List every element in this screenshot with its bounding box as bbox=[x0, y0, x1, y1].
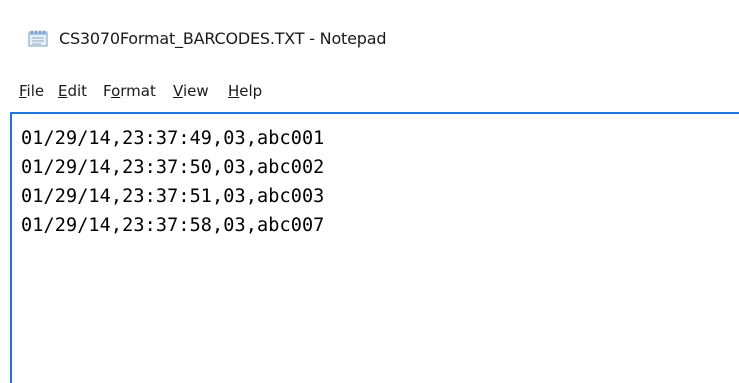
text-line[interactable]: 01/29/14,23:37:50,03,abc002 bbox=[21, 153, 324, 182]
title-bar[interactable]: CS3070Format_BARCODES.TXT - Notepad bbox=[0, 0, 739, 72]
window-title: CS3070Format_BARCODES.TXT - Notepad bbox=[59, 29, 387, 48]
menu-format[interactable]: Format bbox=[101, 80, 158, 102]
menu-help[interactable]: Help bbox=[226, 80, 264, 102]
text-line[interactable]: 01/29/14,23:37:58,03,abc007 bbox=[21, 211, 324, 240]
menu-bar: File Edit Format View Help bbox=[0, 72, 739, 110]
menu-file[interactable]: File bbox=[17, 80, 46, 102]
text-line[interactable]: 01/29/14,23:37:49,03,abc001 bbox=[21, 124, 324, 153]
text-line[interactable]: 01/29/14,23:37:51,03,abc003 bbox=[21, 182, 324, 211]
menu-view[interactable]: View bbox=[171, 80, 211, 102]
notepad-window: CS3070Format_BARCODES.TXT - Notepad File… bbox=[0, 0, 739, 383]
menu-edit[interactable]: Edit bbox=[56, 80, 89, 102]
editor-content[interactable]: 01/29/14,23:37:49,03,abc001 01/29/14,23:… bbox=[21, 124, 324, 240]
text-editor-area[interactable]: 01/29/14,23:37:49,03,abc001 01/29/14,23:… bbox=[10, 112, 739, 383]
notepad-icon[interactable] bbox=[28, 30, 48, 47]
